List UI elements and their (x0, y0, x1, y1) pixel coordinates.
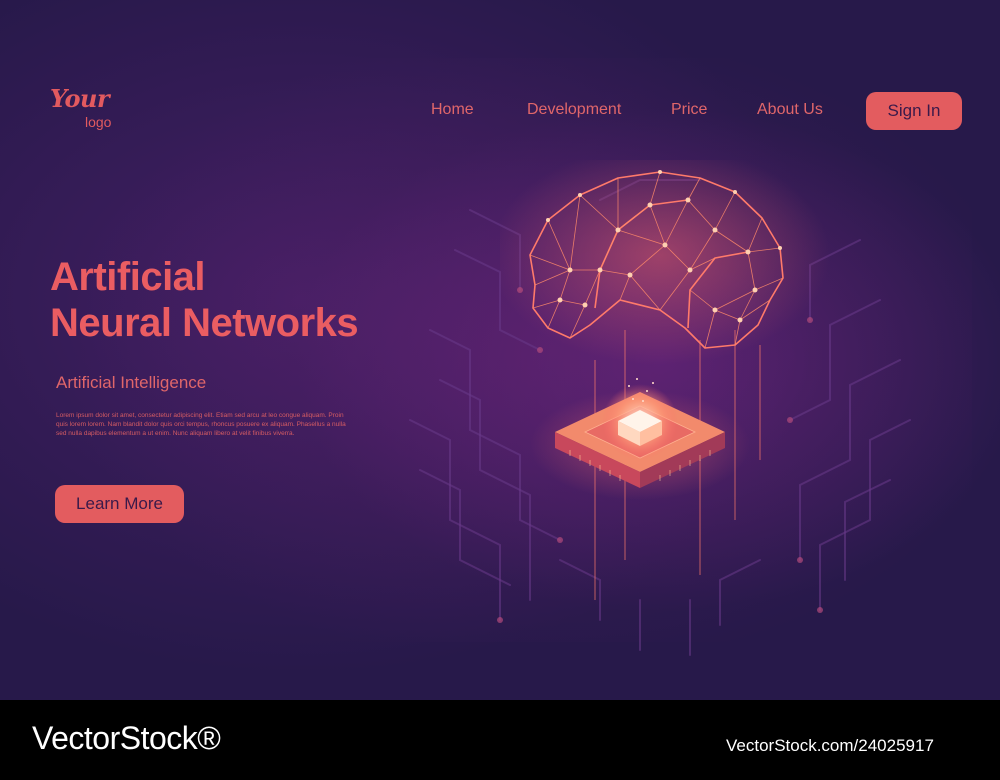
sign-in-button[interactable]: Sign In (866, 92, 962, 130)
watermark-image-id: VectorStock.com/24025917 (726, 736, 934, 755)
hero-subtitle: Artificial Intelligence (56, 373, 207, 392)
logo[interactable]: Your logo (50, 84, 130, 136)
watermark-brand: VectorStock® (32, 720, 221, 756)
nav-home[interactable]: Home (431, 101, 474, 119)
brain-network-illustration (500, 160, 830, 500)
hero-body-text: Lorem ipsum dolor sit amet, consectetur … (56, 412, 346, 437)
watermark-bar: VectorStock® VectorStock.com/24025917 (0, 700, 1000, 780)
nav-price[interactable]: Price (671, 101, 707, 119)
nav-development[interactable]: Development (527, 101, 621, 119)
hero-title-line-1: Artificial (50, 255, 206, 299)
hero-title-line-2: Neural Networks (50, 301, 359, 345)
hero-section: Your logo Home Development Price About U… (0, 0, 1000, 700)
logo-text: Your (50, 84, 110, 113)
nav-about-us[interactable]: About Us (757, 101, 823, 119)
processor-chip-illustration (530, 378, 750, 500)
hero-title: Artificial Neural Networks (50, 254, 359, 346)
learn-more-button[interactable]: Learn More (55, 485, 184, 523)
logo-subtext: logo (85, 114, 112, 130)
